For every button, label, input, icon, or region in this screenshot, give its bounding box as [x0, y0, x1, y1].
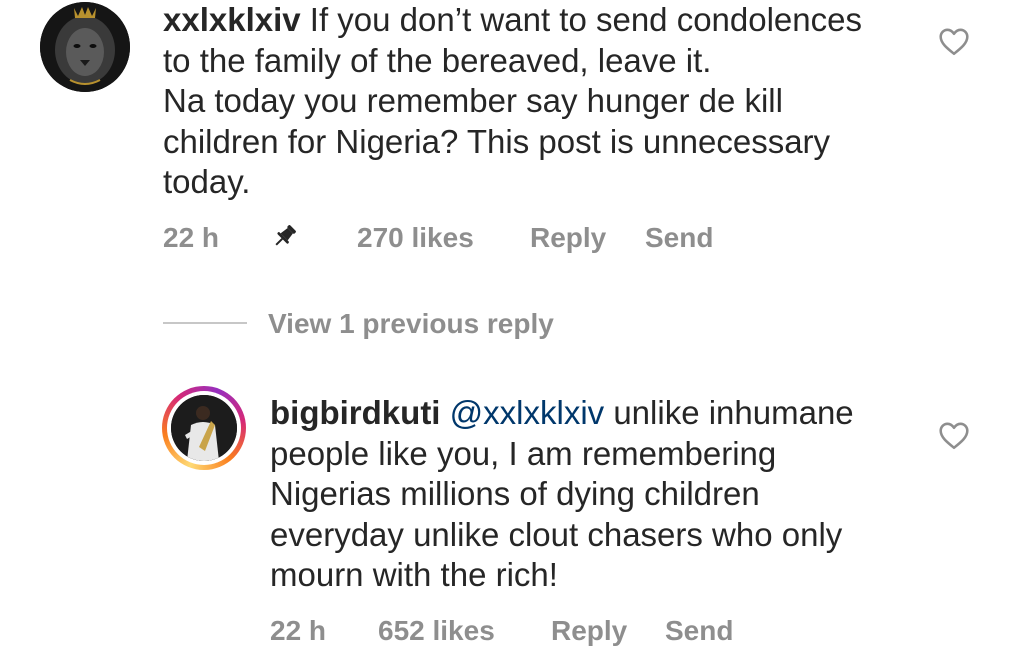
like-heart-icon[interactable] — [937, 419, 971, 453]
comment-username[interactable]: bigbirdkuti — [270, 394, 440, 431]
reply-button[interactable]: Reply — [551, 615, 627, 647]
send-button[interactable]: Send — [665, 615, 733, 647]
lion-avatar-image — [40, 2, 130, 92]
saxophonist-avatar-image — [171, 395, 237, 461]
comment-body-1: xxlxklxiv If you don’t want to send cond… — [163, 0, 923, 203]
comment-likes[interactable]: 270 likes — [357, 222, 474, 254]
like-heart-icon[interactable] — [937, 25, 971, 59]
reply-button[interactable]: Reply — [530, 222, 606, 254]
avatar-xxlxklxiv[interactable] — [40, 2, 130, 92]
comment-body-2: bigbirdkuti @xxlxklxiv unlike inhumane p… — [270, 393, 910, 596]
comment-likes[interactable]: 652 likes — [378, 615, 495, 647]
replies-divider — [163, 322, 247, 324]
send-button[interactable]: Send — [645, 222, 713, 254]
view-previous-reply-button[interactable]: View 1 previous reply — [268, 308, 554, 340]
pin-icon — [275, 225, 296, 246]
comment-timestamp: 22 h — [163, 222, 220, 253]
avatar-bigbirdkuti[interactable] — [162, 386, 246, 470]
mention-link[interactable]: @xxlxklxiv — [450, 394, 605, 431]
comment-timestamp: 22 h — [270, 615, 327, 646]
comment-username[interactable]: xxlxklxiv — [163, 1, 301, 38]
